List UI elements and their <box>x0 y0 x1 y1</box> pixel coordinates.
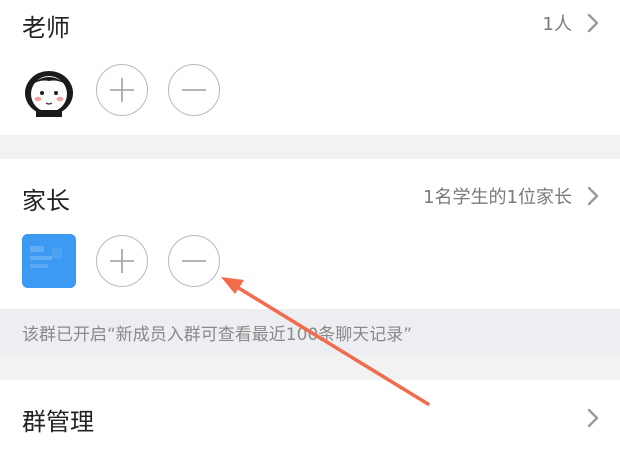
history-notice-text: 该群已开启“新成员入群可查看最近100条聊天记录” <box>22 325 413 345</box>
plus-icon <box>110 249 134 273</box>
teachers-section: 老师 1人 <box>0 0 620 135</box>
group-management-label: 群管理 <box>22 408 94 436</box>
group-management-row[interactable]: 群管理 <box>0 380 620 455</box>
remove-parent-button[interactable] <box>168 235 220 287</box>
cartoon-girl-avatar-icon <box>25 71 73 117</box>
minus-icon <box>182 260 206 262</box>
parents-summary-link[interactable]: 1名学生的1位家长 <box>423 183 600 209</box>
history-notice: 该群已开启“新成员入群可查看最近100条聊天记录” <box>0 309 620 355</box>
chevron-right-icon <box>587 13 599 33</box>
parents-section: 家长 1名学生的1位家长 <box>0 159 620 309</box>
parents-header[interactable]: 家长 1名学生的1位家长 <box>0 177 620 217</box>
teachers-title: 老师 <box>22 14 70 42</box>
section-divider <box>0 355 620 380</box>
plus-icon <box>110 78 134 102</box>
chevron-right-icon <box>587 186 599 206</box>
chevron-right-icon <box>587 408 599 428</box>
remove-teacher-button[interactable] <box>168 64 220 116</box>
parents-title: 家长 <box>22 187 70 215</box>
teachers-count-link[interactable]: 1人 <box>543 10 600 36</box>
add-parent-button[interactable] <box>96 235 148 287</box>
blue-avatar-icon <box>22 234 76 288</box>
teachers-members <box>22 63 240 117</box>
teacher-avatar[interactable] <box>22 63 76 117</box>
parents-summary: 1名学生的1位家长 <box>423 187 572 208</box>
teachers-count: 1人 <box>542 14 572 35</box>
teachers-header[interactable]: 老师 1人 <box>0 4 620 44</box>
section-divider <box>0 135 620 159</box>
parent-avatar[interactable] <box>22 234 76 288</box>
add-teacher-button[interactable] <box>96 64 148 116</box>
parents-members <box>22 234 240 288</box>
minus-icon <box>182 89 206 91</box>
